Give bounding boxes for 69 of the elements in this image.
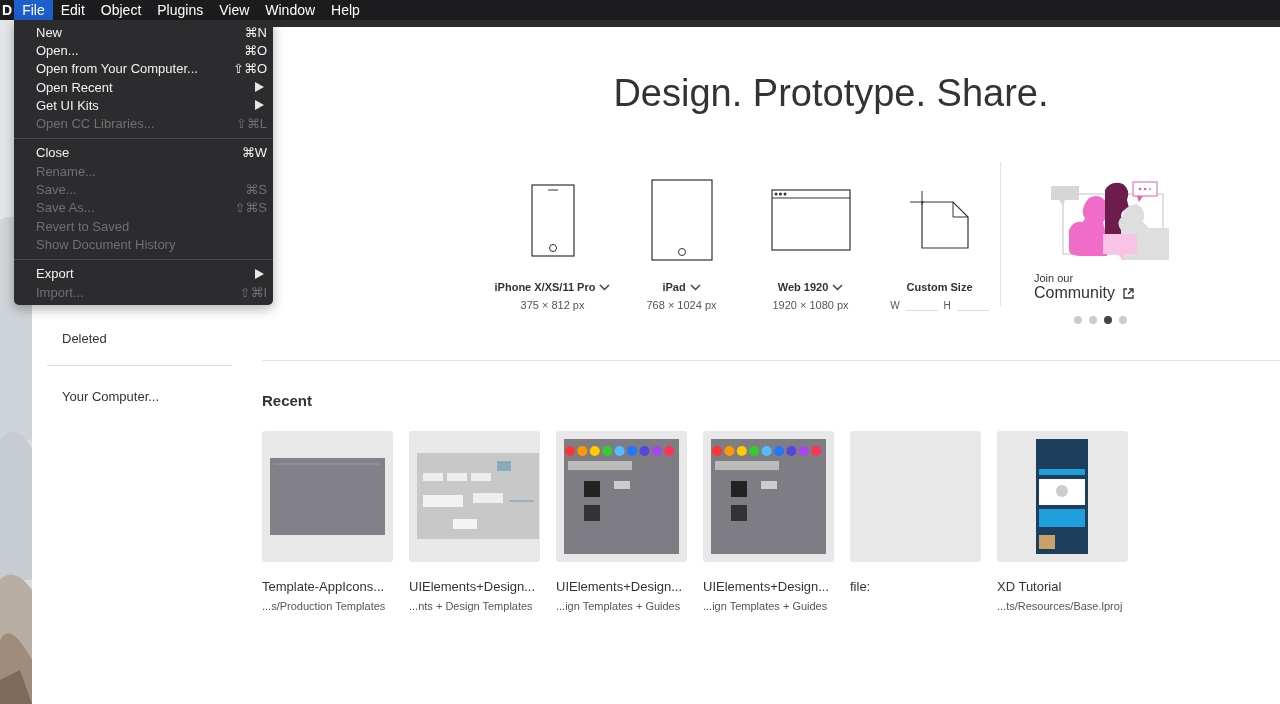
headline: Design. Prototype. Share. xyxy=(612,71,1050,116)
preset-size: 375 × 812 px xyxy=(520,299,585,311)
shortcut-label: ⇧⌘L xyxy=(235,116,267,132)
chevron-down-icon[interactable] xyxy=(599,283,611,291)
menu-item[interactable]: Open Recent xyxy=(14,77,273,97)
tablet-icon[interactable] xyxy=(650,179,713,261)
browser-window-icon[interactable] xyxy=(770,189,851,251)
preset-label[interactable]: iPad xyxy=(662,281,686,293)
preset-label[interactable]: Web 1920 xyxy=(777,281,829,293)
file-path: ...nts + Design Templates xyxy=(409,600,534,612)
menu-item[interactable]: File xyxy=(14,0,53,20)
community-link[interactable]: Community xyxy=(1034,284,1115,302)
page-dot[interactable] xyxy=(1104,316,1112,324)
submenu-arrow-icon xyxy=(255,268,264,279)
chevron-down-icon[interactable] xyxy=(832,283,844,291)
file-name[interactable]: file: xyxy=(850,579,981,594)
preset-size: 768 × 1024 px xyxy=(646,299,717,311)
app-name: D xyxy=(2,2,13,18)
menu-item[interactable]: Edit xyxy=(52,0,93,20)
shortcut-label: ⇧⌘O xyxy=(233,61,267,77)
menu-item[interactable]: Close ⌘W xyxy=(14,143,273,163)
page-dot[interactable] xyxy=(1074,316,1082,324)
file-name[interactable]: UIElements+Design... xyxy=(556,579,687,594)
shortcut-label: ⌘N xyxy=(244,24,267,40)
sidebar-item[interactable]: Your Computer... xyxy=(47,388,262,406)
menu-item[interactable]: Get UI Kits xyxy=(14,96,273,115)
file-thumbnail[interactable] xyxy=(997,431,1128,562)
shortcut-label: ⌘S xyxy=(245,182,267,197)
file-path: ...ign Templates + Guides xyxy=(556,600,682,612)
chevron-down-icon[interactable] xyxy=(689,283,701,291)
menu-item[interactable]: Window xyxy=(257,0,324,20)
section-title: Recent xyxy=(262,392,314,409)
field-label: H xyxy=(943,300,951,311)
sidebar-item[interactable]: Deleted xyxy=(47,330,262,348)
file-path: ...ts/Resources/Base.lproj xyxy=(997,600,1124,612)
file-thumbnail[interactable] xyxy=(556,431,687,562)
document-icon[interactable] xyxy=(910,191,969,249)
preset-size: 1920 × 1080 px xyxy=(772,299,849,311)
community-subtitle: Join our xyxy=(1034,272,1075,284)
file-thumbnail[interactable] xyxy=(409,431,540,562)
file-name[interactable]: UIElements+Design... xyxy=(409,579,540,594)
phone-icon[interactable] xyxy=(530,183,575,257)
menu-item[interactable]: Object xyxy=(92,0,150,20)
shortcut-label: ⇧⌘S xyxy=(234,200,267,216)
menu-item[interactable]: New ⌘N xyxy=(14,23,273,42)
file-name[interactable]: Template-AppIcons... xyxy=(262,579,393,594)
file-name[interactable]: UIElements+Design... xyxy=(703,579,834,594)
preset-label[interactable]: iPhone X/XS/11 Pro xyxy=(494,281,596,293)
menu-item[interactable]: Help xyxy=(323,0,368,20)
external-link-icon[interactable] xyxy=(1122,287,1134,299)
submenu-arrow-icon xyxy=(255,100,264,111)
shortcut-label: ⌘O xyxy=(243,42,267,58)
file-thumbnail[interactable] xyxy=(703,431,834,562)
file-name[interactable]: XD Tutorial xyxy=(997,579,1128,594)
page-dot[interactable] xyxy=(1119,316,1127,324)
menu-item[interactable]: Open... ⌘O xyxy=(14,41,273,60)
file-path: ...ign Templates + Guides xyxy=(703,600,829,612)
submenu-arrow-icon xyxy=(255,82,264,93)
shortcut-label: ⇧⌘I xyxy=(239,284,267,300)
menu-item[interactable]: Export xyxy=(14,264,273,283)
file-thumbnail[interactable] xyxy=(262,431,393,562)
preset-label[interactable]: Custom Size xyxy=(906,281,973,293)
menu-item[interactable]: Plugins xyxy=(149,0,212,20)
shortcut-label: ⌘W xyxy=(241,145,267,161)
page-dot[interactable] xyxy=(1089,316,1097,324)
menu-item[interactable]: View xyxy=(211,0,258,20)
field-label: W xyxy=(890,300,900,311)
file-path: ...s/Production Templates xyxy=(262,600,387,612)
menu-item[interactable]: Open from Your Computer... ⇧⌘O xyxy=(14,59,273,78)
